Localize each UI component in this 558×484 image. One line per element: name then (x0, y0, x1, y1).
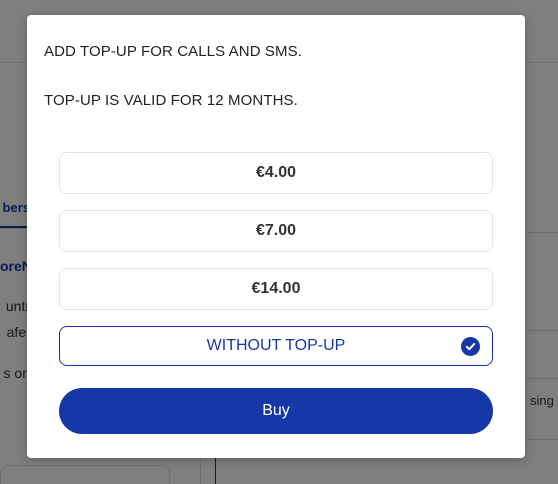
modal-heading: ADD TOP-UP FOR CALLS AND SMS. (44, 43, 302, 60)
option-label: WITHOUT TOP-UP (206, 337, 346, 354)
check-circle-icon (461, 337, 480, 356)
top-up-option-7[interactable]: €7.00 (59, 210, 493, 252)
option-label: €7.00 (255, 222, 297, 239)
top-up-option-14[interactable]: €14.00 (59, 268, 493, 310)
top-up-option-4[interactable]: €4.00 (59, 152, 493, 194)
option-label: €14.00 (251, 280, 301, 297)
top-up-modal: ADD TOP-UP FOR CALLS AND SMS. TOP-UP IS … (27, 15, 525, 458)
modal-validity-text: TOP-UP IS VALID FOR 12 MONTHS. (44, 92, 298, 109)
option-label: €4.00 (255, 164, 297, 181)
buy-button[interactable]: Buy (59, 388, 493, 434)
top-up-option-none[interactable]: WITHOUT TOP-UP (59, 326, 493, 366)
